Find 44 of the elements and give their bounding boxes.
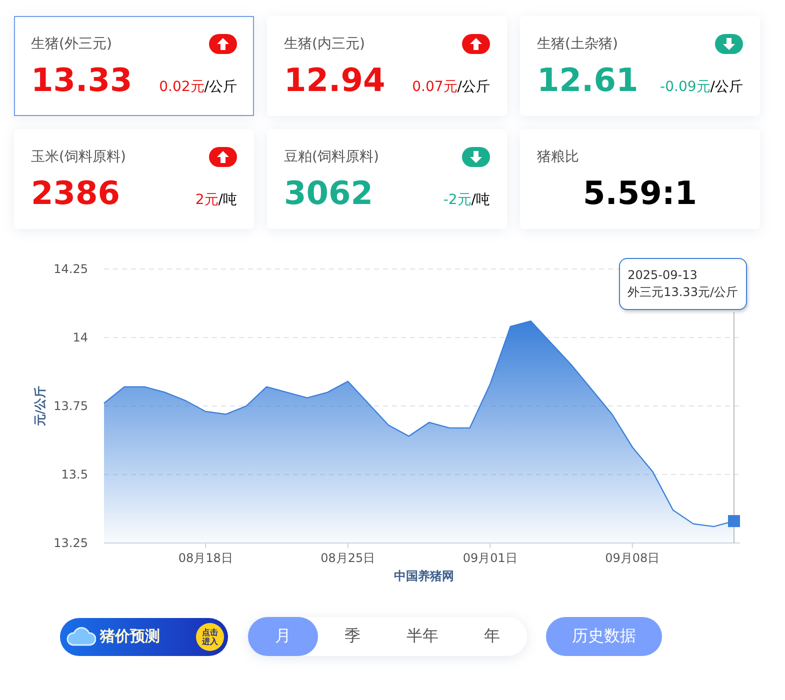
price-value: 2386 [31,174,120,212]
forecast-banner[interactable]: 猪价预测 点击 进入 [60,618,228,656]
tooltip-date: 2025-09-13 [628,267,698,284]
card-title: 猪粮比 [537,148,579,166]
period-tab[interactable]: 半年 [388,617,458,656]
x-tick-label: 09月01日 [462,551,518,565]
price-change: -2元/吨 [443,191,490,209]
tooltip-value: 外三元13.33元/公斤 [628,284,738,301]
price-value: 12.94 [284,61,386,99]
price-value: 3062 [284,174,374,212]
x-axis-title: 中国养猪网 [394,569,454,583]
x-tick-label: 09月08日 [605,551,660,565]
y-tick-label: 13.5 [61,468,88,482]
ratio-value: 5.59:1 [582,174,697,212]
price-card[interactable]: 生猪(内三元) 12.94 0.07元/公斤 [267,16,507,116]
banner-title: 猪价预测 [100,627,160,646]
y-axis-title: 元/公斤 [33,386,47,426]
price-value: 13.33 [31,61,132,99]
price-change: -0.09元/公斤 [660,78,743,96]
card-title: 生猪(内三元) [284,35,365,53]
y-tick-label: 14 [72,330,88,344]
data-point-marker [728,515,740,528]
card-title: 豆粕(饲料原料) [284,148,379,166]
cloud-icon [66,624,96,648]
enter-badge: 点击 进入 [196,622,224,650]
card-title: 生猪(土杂猪) [537,35,618,53]
price-card[interactable]: 豆粕(饲料原料) 3062 -2元/吨 [267,129,507,229]
price-card[interactable]: 生猪(外三元) 13.33 0.02元/公斤 [14,16,254,116]
y-tick-label: 14.25 [54,262,88,276]
x-tick-label: 08月18日 [178,551,233,565]
y-tick-label: 13.75 [54,399,88,413]
price-card[interactable]: 玉米(饲料原料) 2386 2元/吨 [14,129,254,229]
price-card[interactable]: 生猪(土杂猪) 12.61 -0.09元/公斤 [520,16,760,116]
y-tick-label: 13.25 [54,536,88,550]
period-tab[interactable]: 年 [457,617,527,656]
period-tab[interactable]: 季 [318,617,388,656]
price-change: 2元/吨 [195,191,237,209]
price-card[interactable]: 猪粮比 5.59:1 [520,129,760,229]
card-title: 玉米(饲料原料) [31,148,126,166]
card-title: 生猪(外三元) [31,35,112,53]
price-value: 12.61 [537,61,638,99]
price-change: 0.02元/公斤 [159,78,237,96]
x-tick-label: 08月25日 [320,551,376,565]
price-change: 0.07元/公斤 [412,78,490,96]
